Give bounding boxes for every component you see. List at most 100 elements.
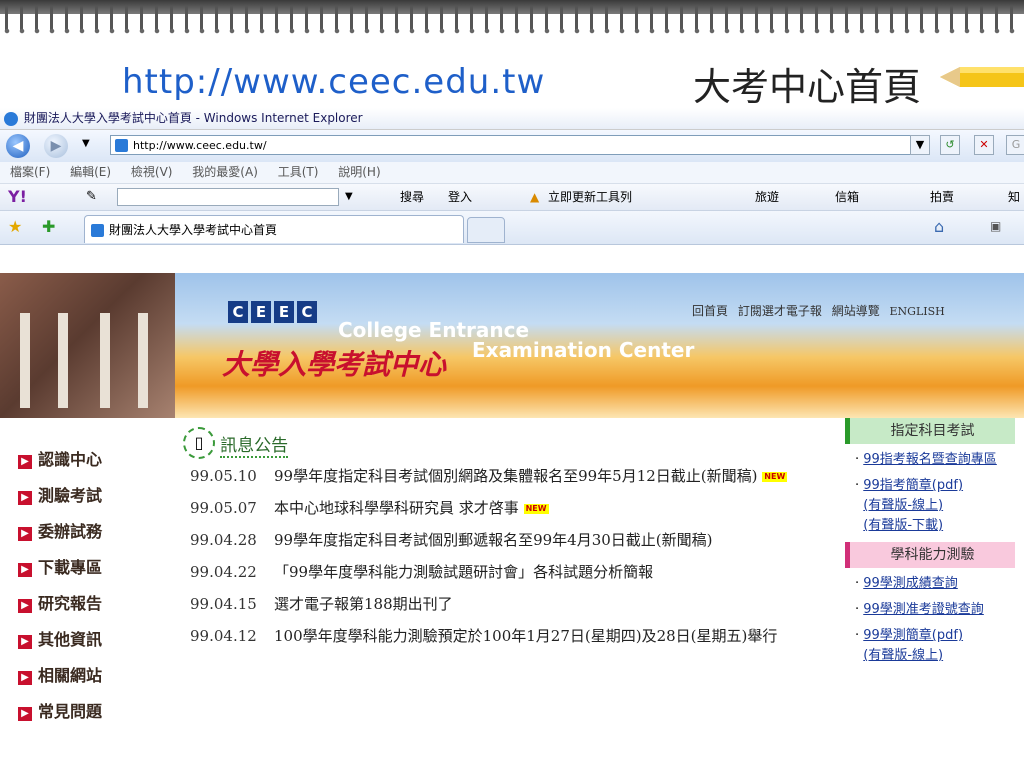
new-badge: NEW	[523, 504, 549, 514]
top-nav-sitemap[interactable]: 網站導覽	[832, 304, 880, 318]
menu-help[interactable]: 說明(H)	[338, 165, 380, 179]
tab-bar: ★ ✚ 財團法人大學入學考試中心首頁 ⌂ ▣	[0, 211, 1024, 245]
right-sidebar: 指定科目考試 · 99指考報名暨查詢專區 · 99指考簡章(pdf) (有聲版-…	[845, 418, 1015, 672]
ie-icon	[4, 111, 18, 126]
slide-title: http://www.ceec.edu.tw 大考中心首頁	[0, 52, 1024, 109]
news-item[interactable]: 99.05.07 本中心地球科學學科研究員 求才啓事 NEW	[190, 497, 820, 519]
travel-button[interactable]: 旅遊	[755, 184, 779, 210]
news-list: 99.05.10 99學年度指定科目考試個別網路及集體報名至99年5月12日截止(…	[190, 465, 820, 657]
ceec-logo[interactable]: CEEC	[228, 301, 320, 323]
side-header-gsat: 學科能力測驗	[845, 542, 1015, 568]
window-titlebar: 財團法人大學入學考試中心首頁 - Windows Internet Explor…	[0, 108, 1024, 130]
left-nav-item[interactable]: ▶ 認識中心	[18, 446, 102, 482]
left-nav-item[interactable]: ▶ 測驗考試	[18, 482, 102, 518]
news-date: 99.05.07	[190, 499, 257, 517]
news-date: 99.05.10	[190, 467, 257, 485]
pen-icon[interactable]: ✎	[86, 184, 97, 210]
search-dropdown[interactable]: ▼	[345, 184, 353, 210]
news-header: ▯ 訊息公告	[183, 427, 289, 459]
chevron-down-icon[interactable]: ▼	[82, 138, 90, 149]
tab-title: 財團法人大學入學考試中心首頁	[109, 223, 278, 237]
mail-button[interactable]: 信箱	[835, 184, 859, 210]
add-favorite-icon[interactable]: ✚	[42, 217, 55, 236]
menu-view[interactable]: 檢視(V)	[131, 165, 173, 179]
side-link[interactable]: · 99指考報名暨查詢專區	[855, 450, 1015, 470]
news-title[interactable]: 選才電子報第188期出刊了	[274, 593, 820, 615]
home-icon[interactable]: ⌂	[934, 217, 944, 236]
left-nav-item[interactable]: ▶ 委辦試務	[18, 518, 102, 554]
news-title[interactable]: 100學年度學科能力測驗預定於100年1月27日(星期四)及28日(星期五)舉行	[274, 625, 820, 647]
news-title[interactable]: 本中心地球科學學科研究員 求才啓事 NEW	[274, 497, 820, 519]
left-nav-item[interactable]: ▶ 研究報告	[18, 590, 102, 626]
go-button[interactable]: G	[1006, 135, 1024, 155]
news-title[interactable]: 99學年度指定科目考試個別郵遞報名至99年4月30日截止(新聞稿)	[274, 529, 820, 551]
slide-url: http://www.ceec.edu.tw	[122, 62, 546, 102]
page-icon	[91, 224, 104, 237]
page-icon	[115, 139, 128, 152]
news-date: 99.04.28	[190, 531, 257, 549]
news-title[interactable]: 「99學年度學科能力測驗試題研討會」各科試題分析簡報	[274, 561, 820, 583]
side-header-ast: 指定科目考試	[845, 418, 1015, 444]
left-nav-item[interactable]: ▶ 相關網站	[18, 662, 102, 698]
menu-bar: 檔案(F) 編輯(E) 檢視(V) 我的最愛(A) 工具(T) 說明(H)	[0, 162, 1024, 184]
clipboard-icon: ▯	[183, 427, 215, 459]
top-nav-home[interactable]: 回首頁	[692, 304, 728, 318]
auction-button[interactable]: 拍賣	[930, 184, 954, 210]
side-link[interactable]: · 99學測簡章(pdf) (有聲版-線上)	[855, 626, 1015, 666]
news-item[interactable]: 99.04.22 「99學年度學科能力測驗試題研討會」各科試題分析簡報	[190, 561, 820, 583]
yahoo-toolbar: Y! ✎ ▼ 搜尋 登入 ▲ 立即更新工具列 旅遊 信箱 拍賣 知	[0, 184, 1024, 211]
refresh-button[interactable]: ↺	[940, 135, 960, 155]
side-link[interactable]: · 99指考簡章(pdf) (有聲版-線上) (有聲版-下載)	[855, 476, 1015, 536]
news-date: 99.04.15	[190, 595, 257, 613]
news-item[interactable]: 99.04.28 99學年度指定科目考試個別郵遞報名至99年4月30日截止(新聞稿…	[190, 529, 820, 551]
browser-window: 財團法人大學入學考試中心首頁 - Windows Internet Explor…	[0, 108, 1024, 768]
pencil-icon	[940, 67, 1024, 87]
news-item[interactable]: 99.04.15 選才電子報第188期出刊了	[190, 593, 820, 615]
stop-button[interactable]: ✕	[974, 135, 994, 155]
address-dropdown[interactable]: ▼	[910, 135, 930, 155]
building-photo	[0, 273, 175, 418]
menu-file[interactable]: 檔案(F)	[10, 165, 50, 179]
favorites-star-icon[interactable]: ★	[8, 217, 22, 236]
top-nav: 回首頁 訂閱選才電子報 網站導覽 ENGLISH	[692, 302, 951, 319]
logo-english-line2: Examination Center	[472, 338, 695, 362]
news-item[interactable]: 99.05.10 99學年度指定科目考試個別網路及集體報名至99年5月12日截止(…	[190, 465, 820, 487]
news-date: 99.04.12	[190, 627, 257, 645]
menu-edit[interactable]: 編輯(E)	[70, 165, 111, 179]
feeds-icon[interactable]: ▣	[990, 219, 1001, 233]
news-item[interactable]: 99.04.12 100學年度學科能力測驗預定於100年1月27日(星期四)及28…	[190, 625, 820, 647]
left-nav: ▶ 認識中心 ▶ 測驗考試 ▶ 委辦試務 ▶ 下載專區 ▶ 研究報告 ▶ 其他資訊 ▶ 相關網…	[18, 446, 102, 734]
slide-heading: 大考中心首頁	[693, 65, 922, 109]
side-link[interactable]: · 99學測成績查詢	[855, 574, 1015, 594]
forward-button[interactable]: ▶	[44, 134, 68, 158]
left-nav-item[interactable]: ▶ 下載專區	[18, 554, 102, 590]
warning-icon: ▲	[530, 190, 540, 204]
webpage: CEEC College Entrance Examination Center…	[0, 273, 1024, 768]
new-badge: NEW	[762, 472, 788, 482]
news-header-text: 訊息公告	[220, 435, 289, 458]
menu-tools[interactable]: 工具(T)	[278, 165, 319, 179]
login-button[interactable]: 登入	[448, 184, 472, 210]
tab-ceec-home[interactable]: 財團法人大學入學考試中心首頁	[84, 215, 464, 243]
top-nav-english[interactable]: ENGLISH	[890, 305, 945, 318]
site-banner: CEEC College Entrance Examination Center…	[0, 273, 1024, 418]
update-toolbar-button[interactable]: 立即更新工具列	[548, 184, 632, 210]
left-nav-item[interactable]: ▶ 常見問題	[18, 698, 102, 734]
toolbar-search-button[interactable]: 搜尋	[400, 184, 424, 210]
back-button[interactable]: ◀	[6, 134, 30, 158]
toolbar-search-input[interactable]	[117, 188, 339, 206]
address-bar-row: ◀ ▶ ▼ http://www.ceec.edu.tw/ ▼ ↺ ✕ G	[0, 130, 1024, 162]
new-tab-button[interactable]	[467, 217, 505, 243]
knowledge-button[interactable]: 知	[1008, 184, 1020, 210]
top-nav-newsletter[interactable]: 訂閱選才電子報	[738, 304, 822, 318]
address-text: http://www.ceec.edu.tw/	[133, 139, 267, 152]
menu-favorites[interactable]: 我的最愛(A)	[192, 165, 258, 179]
side-link[interactable]: · 99學測准考證號查詢	[855, 600, 1015, 620]
address-input[interactable]: http://www.ceec.edu.tw/	[110, 135, 930, 155]
window-title: 財團法人大學入學考試中心首頁 - Windows Internet Explor…	[23, 111, 363, 125]
news-title[interactable]: 99學年度指定科目考試個別網路及集體報名至99年5月12日截止(新聞稿) NEW	[274, 465, 820, 487]
logo-chinese: 大學入學考試中心	[222, 348, 447, 381]
news-date: 99.04.22	[190, 563, 257, 581]
left-nav-item[interactable]: ▶ 其他資訊	[18, 626, 102, 662]
yahoo-icon[interactable]: Y!	[8, 184, 27, 210]
